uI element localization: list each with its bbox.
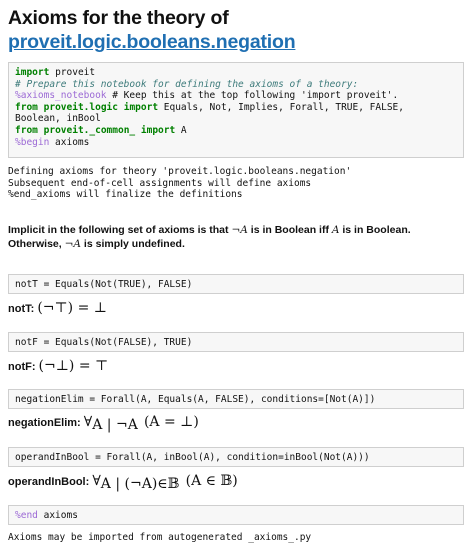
axiom-label: notT: — [8, 303, 35, 315]
notebook-page: Axioms for the theory of proveit.logic.b… — [0, 0, 474, 548]
code-cell-end-axioms[interactable]: %end axioms — [8, 505, 464, 525]
axiom-label: negationElim: — [8, 417, 81, 429]
axiom-body: (A = ⊥) — [143, 414, 199, 430]
output-line: Axioms may be imported from autogenerate… — [8, 532, 312, 543]
axiom-notF-output: notF: (¬⊥) = ⊤ — [8, 357, 108, 376]
module-name: proveit._common_ — [43, 124, 136, 136]
code-cell-operandInBool[interactable]: operandInBool = Forall(A, inBool(A), con… — [8, 447, 464, 467]
magic-begin: %begin — [15, 136, 50, 148]
axiom-label: notF: — [8, 361, 36, 373]
code-cell-notF[interactable]: notF = Equals(Not(FALSE), TRUE) — [8, 332, 464, 352]
axiom-body: (A ∈ 𝔹) — [185, 473, 238, 489]
code-text: # Keep this at the top following 'import… — [106, 90, 399, 102]
code-text: axioms — [37, 510, 78, 521]
code-text: axioms — [49, 136, 90, 148]
axiom-expression: (¬⊥) = ⊤ — [38, 358, 109, 374]
code-text: Boolean, inBool — [15, 113, 101, 125]
code-text: notF = Equals(Not(FALSE), TRUE) — [15, 337, 193, 348]
cell-output-end: Axioms may be imported from autogenerate… — [8, 532, 464, 544]
code-text: Equals, Not, Implies, Forall, TRUE, FALS… — [158, 101, 404, 113]
magic-axioms-notebook: %axioms_notebook — [15, 90, 107, 102]
page-title: Axioms for the theory of proveit.logic.b… — [8, 6, 468, 54]
axiom-label: operandInBool: — [8, 476, 90, 488]
code-cell-notT[interactable]: notT = Equals(Not(TRUE), FALSE) — [8, 274, 464, 294]
forall-condition: A | (¬A)∈𝔹 — [100, 476, 180, 492]
title-theory-link[interactable]: proveit.logic.booleans.negation — [8, 31, 296, 53]
keyword-from: from — [15, 124, 38, 136]
code-cell-negationElim[interactable]: negationElim = Forall(A, Equals(A, FALSE… — [8, 389, 464, 409]
axiom-negationElim-output: negationElim: ∀A | ¬A (A = ⊥) — [8, 413, 199, 434]
forall-condition: A | ¬A — [92, 417, 138, 433]
code-text: A — [175, 124, 187, 136]
keyword-import: import — [15, 67, 50, 78]
axiom-notT-output: notT: (¬⊤) = ⊥ — [8, 299, 107, 318]
keyword-import: import — [140, 124, 176, 136]
module-name: proveit.logic — [43, 101, 118, 113]
code-cell-imports[interactable]: import proveit # Prepare this notebook f… — [8, 62, 464, 158]
code-text: proveit — [55, 67, 96, 78]
keyword-import: import — [123, 101, 159, 113]
forall-symbol: ∀ — [92, 473, 101, 489]
title-prefix: Axioms for the theory of — [8, 7, 229, 29]
code-text: notT = Equals(Not(TRUE), FALSE) — [15, 279, 193, 290]
markdown-line-2: Otherwise, ¬A is simply undefined. — [8, 238, 185, 250]
code-text: negationElim = Forall(A, Equals(A, FALSE… — [15, 394, 376, 405]
magic-end: %end — [15, 510, 38, 521]
forall-symbol: ∀ — [83, 414, 93, 430]
axiom-operandInBool-output: operandInBool: ∀A | (¬A)∈𝔹 (A ∈ 𝔹) — [8, 472, 238, 493]
markdown-line-1: Implicit in the following set of axioms … — [8, 224, 411, 236]
cell-output-1: Defining axioms for theory 'proveit.logi… — [8, 166, 464, 201]
code-comment: # Prepare this notebook for defining the… — [15, 78, 359, 90]
output-line: %end_axioms will finalize the definition… — [8, 189, 243, 201]
output-line: Defining axioms for theory 'proveit.logi… — [8, 166, 352, 177]
markdown-cell: Implicit in the following set of axioms … — [8, 223, 464, 251]
output-line: Subsequent end-of-cell assignments will … — [8, 177, 312, 189]
axiom-expression: (¬⊤) = ⊥ — [37, 300, 107, 316]
code-text: operandInBool = Forall(A, inBool(A), con… — [15, 452, 370, 463]
keyword-from: from — [15, 101, 38, 113]
